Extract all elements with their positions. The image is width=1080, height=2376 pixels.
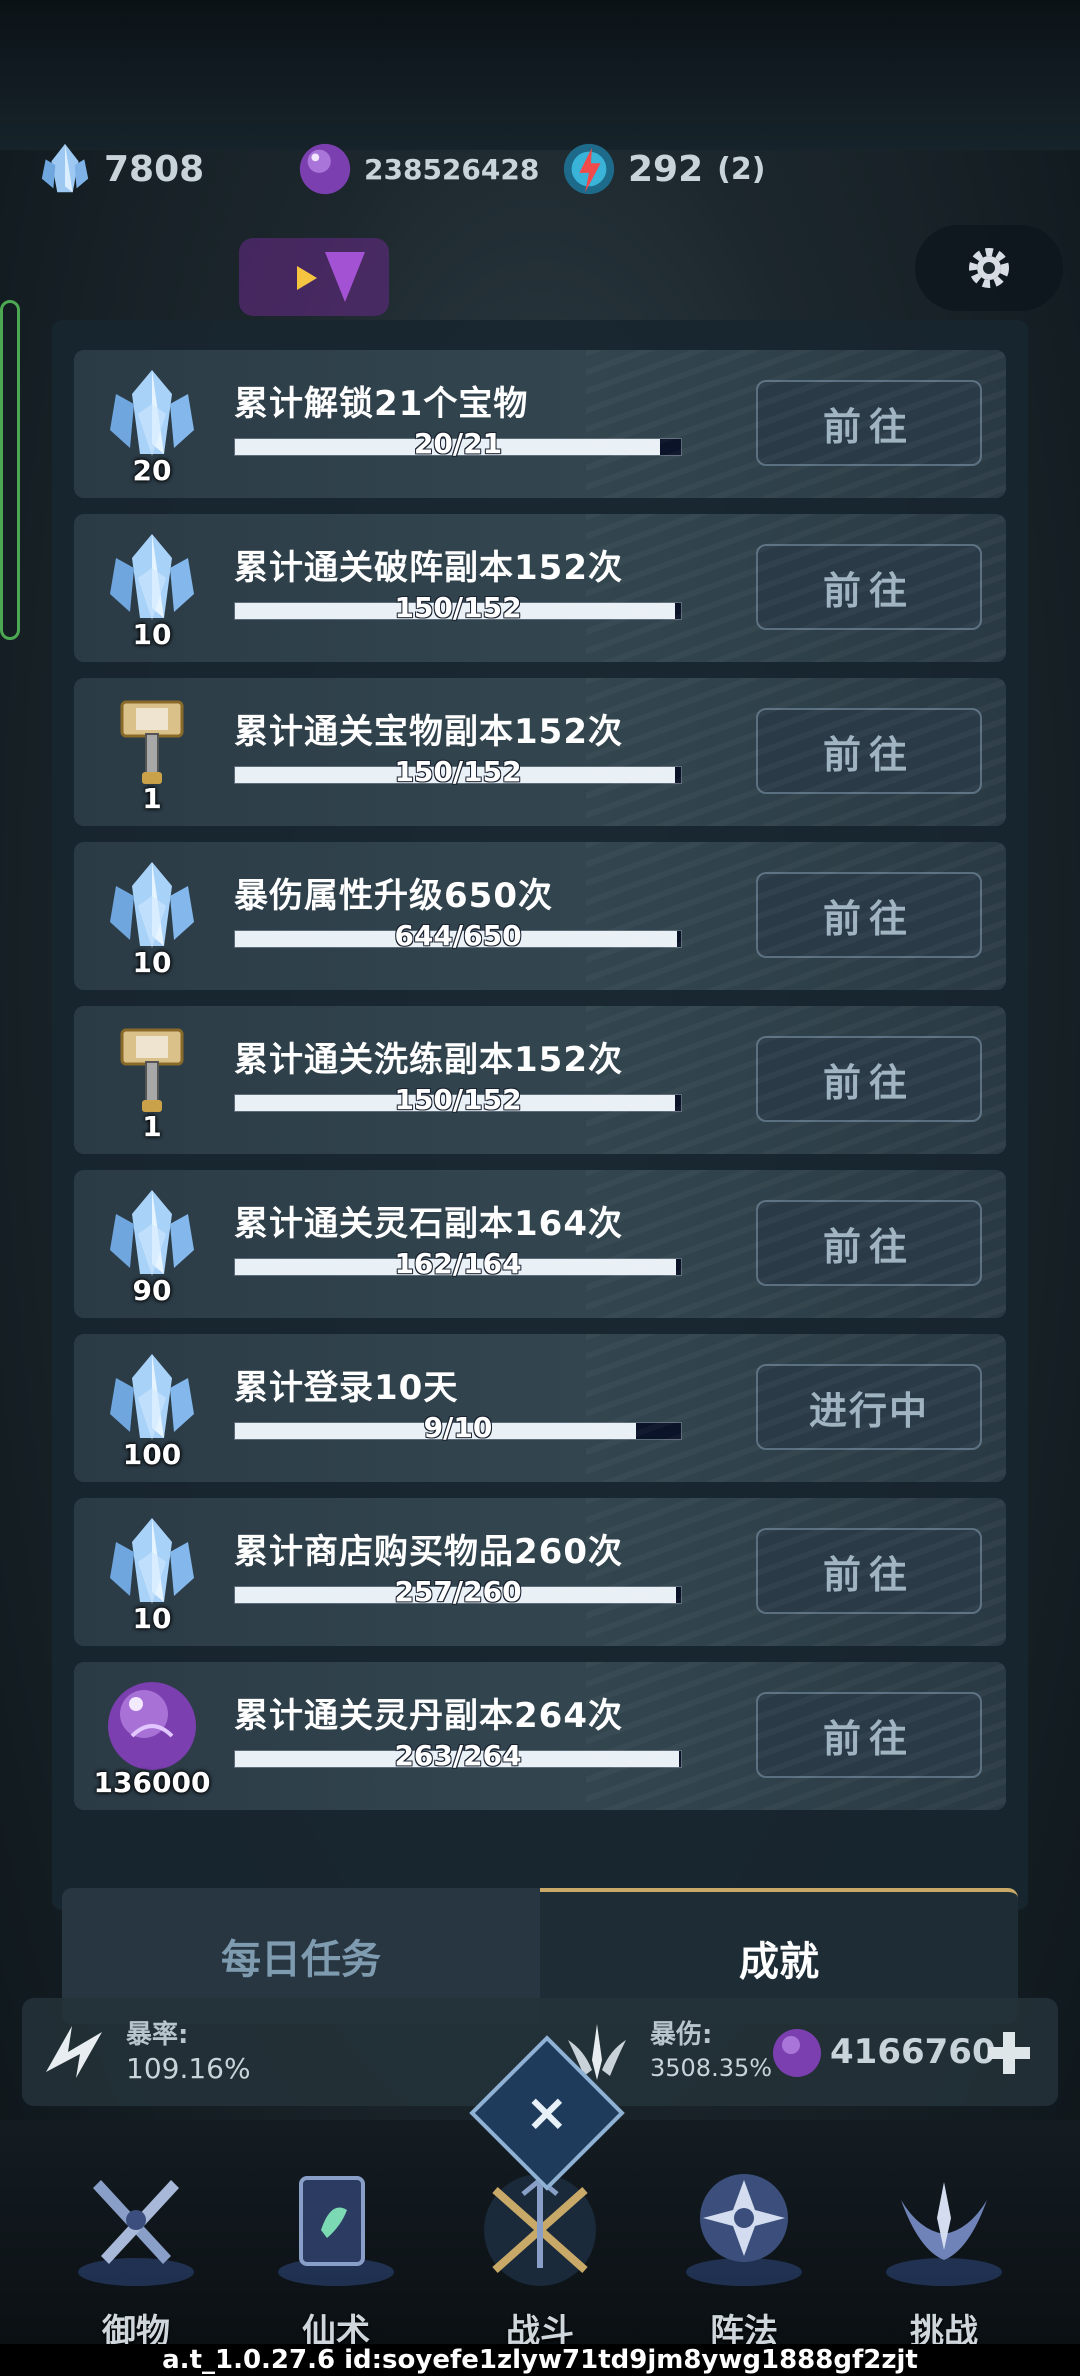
achievement-row: 136000 累计通关灵丹副本264次 263/264 前往 xyxy=(74,1662,1006,1810)
achievement-title: 累计通关灵石副本164次 xyxy=(234,1204,623,1244)
progress-bar: 162/164 xyxy=(234,1247,682,1280)
progress-text: 257/260 xyxy=(394,1575,522,1608)
spirit-orb-icon xyxy=(299,143,351,195)
achievement-row: 20 累计解锁21个宝物 20/21 前往 xyxy=(74,350,1006,498)
crit-damage-value: 3508.35% xyxy=(650,2054,773,2082)
challenge-emblem-icon xyxy=(886,2182,1002,2286)
formation-shuriken-icon xyxy=(686,2174,802,2286)
crystal-icon xyxy=(102,528,202,628)
achievement-row: 100 累计登录10天 9/10 进行中 xyxy=(74,1334,1006,1482)
currency-energy: 292 (2) xyxy=(560,140,765,198)
orb-amount: 238526428 xyxy=(364,152,540,186)
currency-crystal: 7808 xyxy=(36,140,204,198)
progress-bar: 150/152 xyxy=(234,755,682,788)
crystal-icon xyxy=(102,1184,202,1284)
top-background xyxy=(0,0,1080,150)
settings-button[interactable] xyxy=(915,225,1063,311)
reward-count: 10 xyxy=(132,946,172,979)
achievement-row: 1 累计通关洗练副本152次 150/152 前往 xyxy=(74,1006,1006,1154)
go-button[interactable]: 前往 xyxy=(756,1528,982,1614)
hammer-icon xyxy=(102,692,202,792)
nav-item-xianshu[interactable]: 仙术 xyxy=(256,2130,416,2360)
achievement-title: 暴伤属性升级650次 xyxy=(234,876,553,916)
go-button[interactable]: 前往 xyxy=(756,1692,982,1778)
achievement-row: 1 累计通关宝物副本152次 150/152 前往 xyxy=(74,678,1006,826)
energy-extra: (2) xyxy=(717,151,766,187)
achievement-title: 累计通关破阵副本152次 xyxy=(234,548,623,588)
go-button[interactable]: 前往 xyxy=(756,380,982,466)
achievement-row: 10 累计商店购买物品260次 257/260 前往 xyxy=(74,1498,1006,1646)
crit-damage-label: 暴伤: xyxy=(650,2020,713,2050)
go-button[interactable]: 前往 xyxy=(756,544,982,630)
spell-card-icon xyxy=(278,2176,394,2286)
achievement-title: 累计解锁21个宝物 xyxy=(234,384,529,424)
reward-count: 136000 xyxy=(93,1766,211,1799)
progress-bar: 644/650 xyxy=(234,919,682,952)
energy-amount: 292 xyxy=(628,148,704,190)
progress-bar: 20/21 xyxy=(234,427,682,460)
spirit-orb-icon xyxy=(102,1676,202,1776)
crystal-icon xyxy=(102,1348,202,1448)
ad-free-badge-icon[interactable] xyxy=(235,232,395,322)
crystal-icon xyxy=(102,856,202,956)
progress-text: 644/650 xyxy=(394,919,522,952)
version-id-text: a.t_1.0.27.6 id:soyefe1zlyw71td9jm8ywg18… xyxy=(0,2344,1080,2376)
achievement-panel: 20 累计解锁21个宝物 20/21 前往 10 累计通关破阵副本152次 150/152 前… xyxy=(52,320,1028,1910)
crit-rate-label: 暴率: xyxy=(126,2020,189,2050)
achievement-title: 累计商店购买物品260次 xyxy=(234,1532,623,1572)
currency-orb: 238526428 xyxy=(296,140,539,198)
progress-text: 162/164 xyxy=(394,1247,522,1280)
energy-icon xyxy=(563,143,615,195)
hammer-icon xyxy=(102,1020,202,1120)
reward-count: 20 xyxy=(132,454,172,487)
crit-rate-icon xyxy=(46,2026,102,2078)
nav-item-tiaozhan[interactable]: 挑战 xyxy=(864,2130,1024,2360)
achievement-title: 累计通关宝物副本152次 xyxy=(234,712,623,752)
reward-count: 1 xyxy=(142,1110,162,1143)
achievement-row: 90 累计通关灵石副本164次 162/164 前往 xyxy=(74,1170,1006,1318)
progress-text: 9/10 xyxy=(423,1411,493,1444)
close-icon: × xyxy=(525,2082,569,2143)
progress-text: 150/152 xyxy=(394,591,522,624)
reward-count: 10 xyxy=(132,618,172,651)
crystal-icon xyxy=(102,364,202,464)
achievement-title: 累计登录10天 xyxy=(234,1368,459,1408)
go-button[interactable]: 前往 xyxy=(756,708,982,794)
nav-item-yuwu[interactable]: 御物 xyxy=(56,2130,216,2360)
in-progress-button[interactable]: 进行中 xyxy=(756,1364,982,1450)
reward-count: 100 xyxy=(122,1438,182,1471)
screen: 7808 238526428 292 (2) 20 累计解锁21个宝物 20/2… xyxy=(0,0,1080,2376)
reward-count: 90 xyxy=(132,1274,172,1307)
nav-item-zhenfa[interactable]: 阵法 xyxy=(664,2130,824,2360)
achievement-title: 累计通关灵丹副本264次 xyxy=(234,1696,623,1736)
achievement-title: 累计通关洗练副本152次 xyxy=(234,1040,623,1080)
spirit-orb-icon xyxy=(773,2029,821,2077)
side-decoration xyxy=(0,300,20,640)
progress-bar: 263/264 xyxy=(234,1739,682,1772)
achievement-list[interactable]: 20 累计解锁21个宝物 20/21 前往 10 累计通关破阵副本152次 150/152 前… xyxy=(74,350,1006,1880)
progress-bar: 9/10 xyxy=(234,1411,682,1444)
achievement-row: 10 累计通关破阵副本152次 150/152 前往 xyxy=(74,514,1006,662)
crystal-amount: 7808 xyxy=(104,148,205,190)
progress-bar: 150/152 xyxy=(234,1083,682,1116)
reward-count: 10 xyxy=(132,1602,172,1635)
progress-bar: 257/260 xyxy=(234,1575,682,1608)
plus-icon[interactable] xyxy=(984,2028,1034,2078)
progress-text: 263/264 xyxy=(394,1739,522,1772)
go-button[interactable]: 前往 xyxy=(756,1036,982,1122)
crit-rate-value: 109.16% xyxy=(126,2052,251,2085)
progress-text: 150/152 xyxy=(394,1083,522,1116)
achievement-row: 10 暴伤属性升级650次 644/650 前往 xyxy=(74,842,1006,990)
gear-icon xyxy=(969,248,1009,288)
crystal-icon xyxy=(102,1512,202,1612)
go-button[interactable]: 前往 xyxy=(756,1200,982,1286)
orb-stat-value: 4166760 xyxy=(830,2032,996,2072)
go-button[interactable]: 前往 xyxy=(756,872,982,958)
progress-text: 20/21 xyxy=(413,427,503,460)
crossed-swords-icon xyxy=(78,2180,194,2286)
reward-count: 1 xyxy=(142,782,162,815)
crystal-icon xyxy=(41,143,89,193)
progress-text: 150/152 xyxy=(394,755,522,788)
progress-bar: 150/152 xyxy=(234,591,682,624)
